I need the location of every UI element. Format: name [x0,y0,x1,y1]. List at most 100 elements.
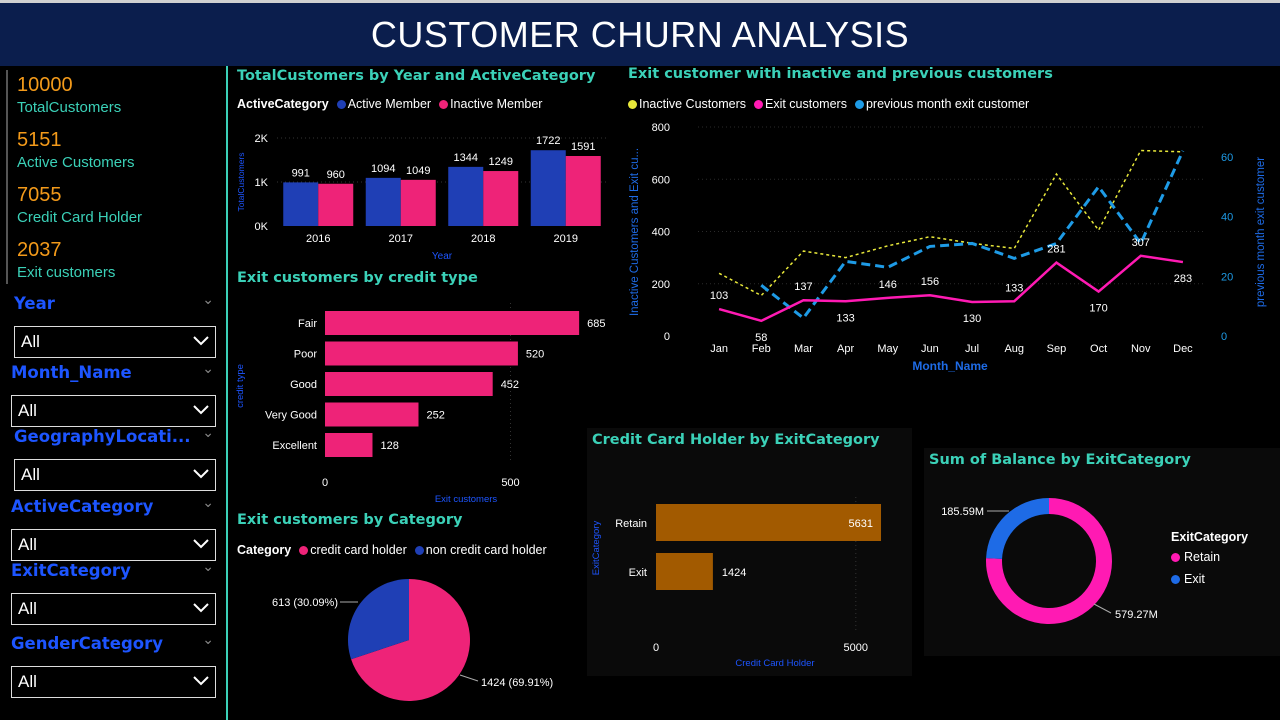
credit-type-bar-chart: 685 Fair 520 Poor 452 Good 252 Very Good 128 Exce… [235,303,605,505]
exit-category-dropdown[interactable]: All [11,593,216,625]
dropdown-value: All [21,465,40,484]
y-tick-label: Exit [629,567,647,579]
slicer-active-category: ActiveCategory ⌄ All [11,495,216,561]
dropdown-value: All [18,535,37,554]
legend-item-exit[interactable]: Exit [1171,572,1248,586]
x-tick-label: Jan [710,343,728,355]
category-pie-chart: 613 (30.09%) 1424 (69.91%) [272,579,553,701]
data-label: 960 [327,169,345,181]
donut-slice [986,498,1049,559]
data-label: 185.59M [941,506,984,518]
slicer-title: ActiveCategory [11,497,154,516]
collapse-icon[interactable]: ⌄ [202,632,214,648]
legend-dot-icon [628,99,637,109]
y-tick-label: 0K [255,221,269,233]
slicer-title: Year [14,294,55,313]
chevron-down-icon [193,676,209,686]
x-tick-label: 2018 [471,233,495,245]
legend-item-inactive-customers[interactable]: Inactive Customers [628,97,746,111]
x-tick-label: Dec [1173,343,1193,355]
legend-item-active[interactable]: Active Member [336,97,431,111]
y-tick-label: 400 [652,227,670,239]
x-tick-label: 0 [653,642,659,654]
bar-credit-type [325,311,580,335]
collapse-icon[interactable]: ⌄ [202,361,214,377]
geography-dropdown[interactable]: All [14,459,216,491]
data-label: 137 [794,281,812,293]
dropdown-value: All [18,672,37,691]
legend-active-category: ActiveCategory Active Member Inactive Me… [237,97,546,111]
x-axis-label: Exit customers [435,494,498,505]
legend-item-inactive[interactable]: Inactive Member [439,97,542,111]
x-tick-label: May [877,343,898,355]
collapse-icon[interactable]: ⌄ [202,495,214,511]
chart-title-monthly: Exit customer with inactive and previous… [628,66,1053,82]
year-active-bar-chart: 0K 1K 2K TotalCustomers 991 960 2016 1094 1049 20… [236,133,607,262]
legend-item-credit-card-holder[interactable]: credit card holder [299,543,407,557]
x-tick-label: Jul [965,343,979,355]
legend-label: Inactive Member [450,97,543,111]
x-tick-label: 5000 [844,642,868,654]
x-axis-label: Credit Card Holder [735,658,814,669]
legend-item-previous-month[interactable]: previous month exit customer [854,97,1030,111]
data-label: 58 [755,332,767,344]
y-tick-label: 1K [255,177,269,189]
data-label: 685 [587,318,605,330]
legend-dot-icon [439,99,449,109]
legend-item-non-credit-card-holder[interactable]: non credit card holder [414,543,547,557]
bar-active [448,166,484,226]
bar-credit-type [325,372,493,396]
month-name-dropdown[interactable]: All [11,395,216,427]
collapse-icon[interactable]: ⌄ [202,425,214,441]
x-tick-label: 2016 [306,233,330,245]
chevron-down-icon [193,469,209,479]
slicer-title: GeographyLocati... [14,427,191,446]
legend-title: Category [237,543,292,557]
data-label: 156 [921,276,939,288]
year-dropdown[interactable]: All [14,326,216,358]
data-label: 613 (30.09%) [272,597,338,609]
legend-dot-icon [1171,552,1180,562]
legend-label: Exit [1184,572,1205,586]
collapse-icon[interactable]: ⌄ [202,559,214,575]
chart-title-credit-type: Exit customers by credit type [237,270,478,286]
data-label: 520 [526,349,544,361]
x-tick-label: Jun [921,343,939,355]
active-category-dropdown[interactable]: All [11,529,216,561]
legend-item-retain[interactable]: Retain [1171,550,1248,564]
series-line-inactive-customers [718,149,1183,297]
data-label: 1424 [722,567,746,579]
data-label: 130 [963,313,981,325]
bar-exit-category [656,504,882,541]
data-label: 1591 [571,141,595,153]
chart-title-category: Exit customers by Category [237,512,463,528]
legend-dot-icon [299,545,309,555]
chevron-down-icon [193,539,209,549]
chart-title-balance: Sum of Balance by ExitCategory [929,452,1191,468]
y2-tick-label: 0 [1221,331,1227,343]
legend-dot-icon [336,99,346,109]
x-tick-label: Apr [837,343,854,355]
y-tick-label: 0 [664,331,670,343]
kpi-label: TotalCustomers [17,99,122,116]
data-label: 1094 [371,163,395,175]
slicer-gender-category: GenderCategory ⌄ All [11,632,216,698]
legend-label: previous month exit customer [865,97,1030,111]
gender-category-dropdown[interactable]: All [11,666,216,698]
data-label: 579.27M [1115,609,1158,621]
bar-active [530,150,566,226]
legend-dot-icon [854,99,864,109]
chart-title-year-active: TotalCustomers by Year and ActiveCategor… [237,68,596,84]
series-line-previous-month-exit [760,150,1185,321]
kpi-active-customers: 5151 Active Customers [17,129,135,171]
collapse-icon[interactable]: ⌄ [202,292,214,308]
y-axis-label: credit type [235,364,246,408]
kpi-label: Credit Card Holder [17,209,143,226]
x-tick-label: 2017 [389,233,413,245]
x-tick-label: Feb [752,343,771,355]
bar-credit-type [325,402,419,427]
legend-item-exit-customers[interactable]: Exit customers [753,97,847,111]
leader-line [1093,603,1112,614]
bar-inactive [483,171,519,226]
kpi-value: 5151 [17,129,62,151]
